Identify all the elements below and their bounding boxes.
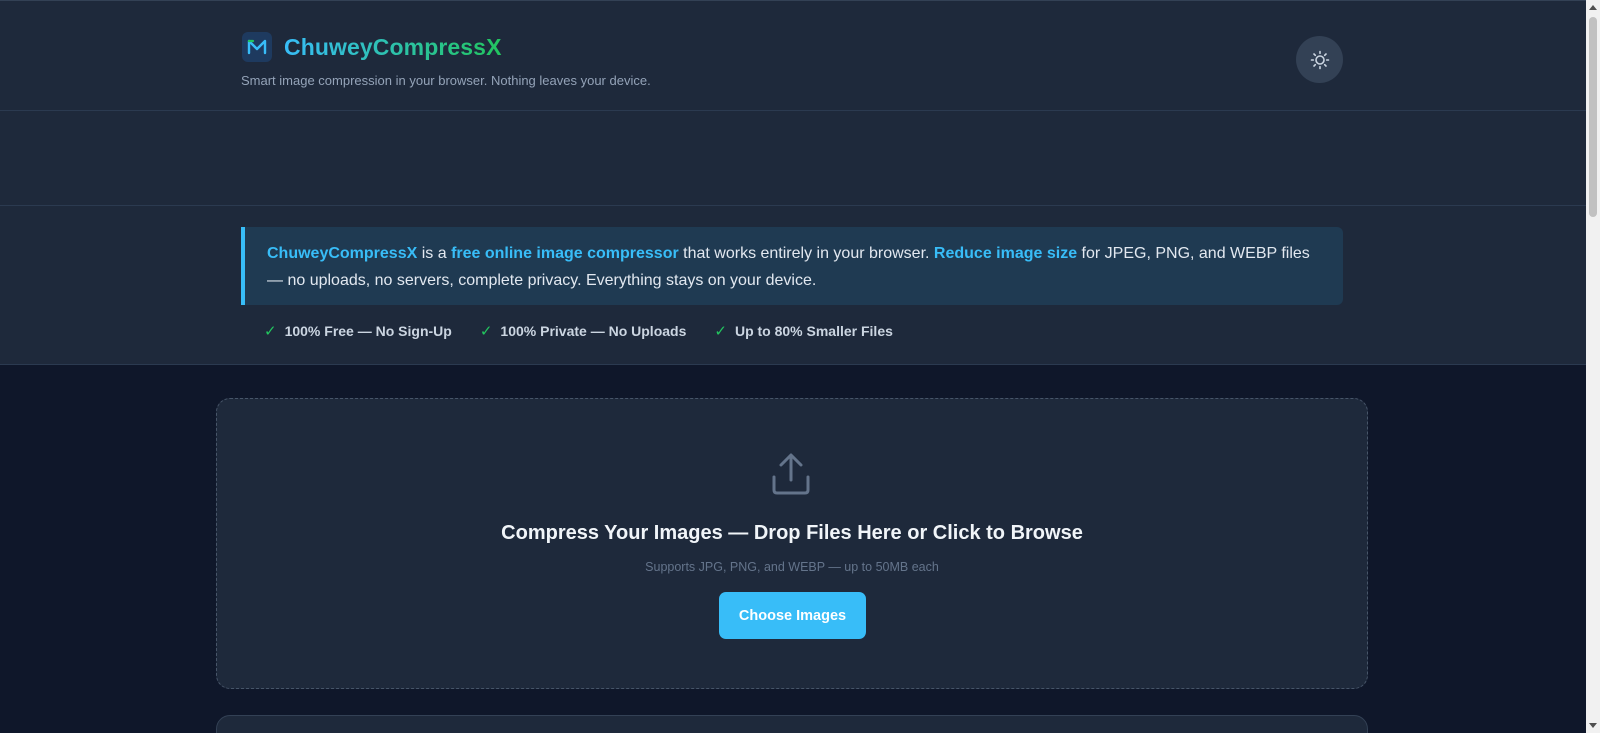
- intro-callout: ChuweyCompressX is a free online image c…: [241, 227, 1343, 305]
- feature-label: 100% Free — No Sign-Up: [284, 323, 452, 339]
- ad-banner-area: [0, 111, 1586, 206]
- check-icon: ✓: [264, 323, 277, 340]
- intro-highlight-1: free online image compressor: [451, 245, 679, 262]
- intro-text-1: is a: [417, 245, 452, 262]
- upload-icon: [768, 451, 814, 502]
- file-dropzone[interactable]: Compress Your Images — Drop Files Here o…: [216, 398, 1368, 689]
- theme-toggle-button[interactable]: [1296, 36, 1343, 83]
- site-header: ChuweyCompressX Smart image compression …: [0, 0, 1586, 111]
- feature-item: ✓ Up to 80% Smaller Files: [714, 322, 893, 340]
- check-icon: ✓: [479, 323, 493, 340]
- check-icon: ✓: [714, 323, 727, 340]
- feature-item: ✓ 100% Private — No Uploads: [480, 322, 687, 340]
- dropzone-title: Compress Your Images — Drop Files Here o…: [501, 522, 1083, 544]
- feature-label: 100% Private — No Uploads: [500, 323, 687, 339]
- page: ChuweyCompressX Smart image compression …: [0, 0, 1586, 733]
- vertical-scrollbar[interactable]: [1586, 0, 1600, 733]
- brand-name: ChuweyCompressX: [284, 33, 502, 60]
- brand[interactable]: ChuweyCompressX: [242, 32, 502, 62]
- logo-icon: [242, 32, 272, 62]
- sun-icon: [1310, 50, 1329, 69]
- intro-text-2: that works entirely in your browser.: [678, 245, 934, 262]
- choose-images-button[interactable]: Choose Images: [719, 592, 866, 639]
- feature-item: ✓ 100% Free — No Sign-Up: [264, 322, 452, 340]
- tagline: Smart image compression in your browser.…: [241, 73, 651, 88]
- feature-label: Up to 80% Smaller Files: [734, 323, 893, 339]
- scroll-up-arrow-icon[interactable]: [1589, 5, 1597, 10]
- intro-brand: ChuweyCompressX: [267, 245, 418, 262]
- feature-list: ✓ 100% Free — No Sign-Up ✓ 100% Private …: [264, 322, 921, 340]
- scroll-down-arrow-icon[interactable]: [1589, 723, 1597, 728]
- dropzone-subtitle: Supports JPG, PNG, and WEBP — up to 50MB…: [645, 560, 939, 574]
- scrollbar-thumb[interactable]: [1589, 17, 1597, 217]
- next-section-card: [216, 715, 1368, 733]
- intro-highlight-2: Reduce image size: [933, 245, 1078, 262]
- intro-section: ChuweyCompressX is a free online image c…: [0, 206, 1586, 365]
